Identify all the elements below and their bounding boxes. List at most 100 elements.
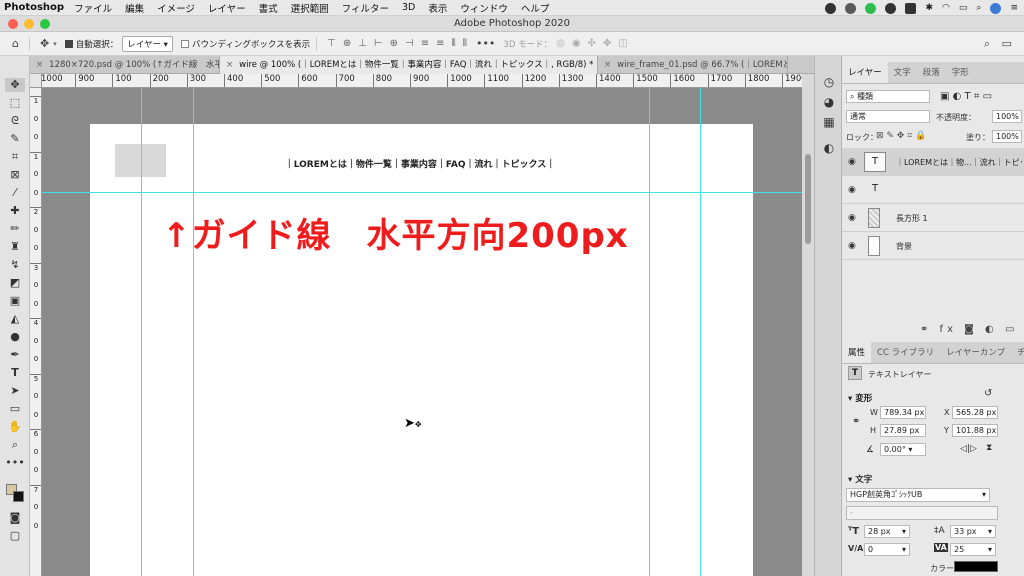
- vertical-ruler[interactable]: 100100200300400500600700: [30, 88, 42, 576]
- menu-filter[interactable]: フィルター: [342, 1, 389, 15]
- close-tab-icon[interactable]: ×: [226, 60, 233, 70]
- history-brush-tool-icon[interactable]: ↯: [5, 258, 25, 272]
- visibility-eye-icon[interactable]: ◉: [848, 185, 856, 195]
- font-size-field[interactable]: 28 px ▾: [864, 525, 910, 538]
- blur-tool-icon[interactable]: ◭: [5, 312, 25, 326]
- blend-mode-dropdown[interactable]: 通常: [846, 110, 930, 123]
- align-left-icon[interactable]: ⊢: [374, 38, 383, 49]
- menu-image[interactable]: イメージ: [157, 1, 195, 15]
- menu-help[interactable]: ヘルプ: [521, 1, 550, 15]
- status-icon-1[interactable]: [825, 2, 837, 14]
- horizontal-ruler[interactable]: 1000 900 100 200 300 400 500 600 700 800 900 1000 11…: [42, 74, 802, 88]
- align-hcenter-icon[interactable]: ⊕: [390, 38, 398, 49]
- font-style-dropdown[interactable]: -: [846, 506, 998, 520]
- tab-layer-comps[interactable]: レイヤーカンプ: [940, 342, 1011, 363]
- distribute-3-icon[interactable]: ⫴: [452, 38, 456, 49]
- tab-document-1[interactable]: × 1280×720.psd @ 100% (↑ガイド線 水平...: [30, 56, 220, 74]
- crop-tool-icon[interactable]: ⌗: [5, 150, 25, 164]
- auto-select-checkbox[interactable]: [64, 39, 73, 48]
- hand-tool-icon[interactable]: ✋: [5, 420, 25, 434]
- workspace-icon[interactable]: ▭: [1002, 37, 1012, 50]
- battery-icon[interactable]: ▭: [959, 3, 968, 13]
- guide-vertical-1[interactable]: [141, 88, 142, 576]
- bounding-box-checkbox[interactable]: [180, 39, 189, 48]
- text-color-swatch[interactable]: [954, 561, 998, 572]
- layer-row-annotation-text[interactable]: ◉ T: [842, 176, 1024, 204]
- layer-row-rectangle[interactable]: ◉ 長方形 1: [842, 204, 1024, 232]
- tab-document-3[interactable]: × wire_frame_01.psd @ 66.7% (｜LOREMと...: [598, 56, 788, 74]
- lasso-tool-icon[interactable]: ᘓ: [5, 114, 25, 128]
- angle-field[interactable]: 0.00° ▾: [880, 443, 926, 456]
- menu-select[interactable]: 選択範囲: [291, 1, 329, 15]
- more-options-icon[interactable]: •••: [476, 37, 495, 50]
- gradient-tool-icon[interactable]: ▣: [5, 294, 25, 308]
- tab-glyphs[interactable]: 字形: [946, 62, 975, 83]
- menu-view[interactable]: 表示: [428, 1, 447, 15]
- move-tool-icon[interactable]: ✥: [40, 37, 49, 50]
- scrollbar-thumb[interactable]: [805, 154, 811, 244]
- control-center-icon[interactable]: ≡: [1010, 3, 1018, 13]
- guide-vertical-4[interactable]: [700, 88, 701, 576]
- close-tab-icon[interactable]: ×: [604, 60, 611, 70]
- wifi-icon[interactable]: ◠: [942, 3, 950, 13]
- tab-layers[interactable]: レイヤー: [842, 62, 888, 83]
- visibility-eye-icon[interactable]: ◉: [848, 213, 856, 223]
- transform-section-header[interactable]: ▾ 変形: [848, 392, 872, 404]
- 3d-roll-icon[interactable]: ◉: [572, 38, 581, 49]
- guide-horizontal-200px[interactable]: [42, 192, 802, 193]
- app-menu[interactable]: Photoshop: [4, 2, 64, 13]
- color-panel-icon[interactable]: ◕: [821, 94, 837, 110]
- y-field[interactable]: 101.88 px: [952, 424, 998, 437]
- user-avatar-icon[interactable]: [990, 2, 1002, 14]
- align-vcenter-icon[interactable]: ⊕: [343, 38, 351, 49]
- x-field[interactable]: 565.28 px: [952, 406, 998, 419]
- path-select-tool-icon[interactable]: ➤: [5, 384, 25, 398]
- lock-icons[interactable]: ⊠ ✎ ✥ ⌗ 🔒: [876, 131, 926, 141]
- search-tool-icon[interactable]: ⌕: [984, 37, 990, 51]
- vertical-scrollbar[interactable]: [802, 74, 814, 576]
- 3d-pan-icon[interactable]: ✣: [588, 38, 596, 49]
- background-color-swatch[interactable]: [13, 491, 24, 502]
- 3d-scale-icon[interactable]: ◫: [618, 38, 628, 49]
- height-field[interactable]: 27.89 px: [880, 424, 926, 437]
- layer-action-icons[interactable]: ⚭ fx ◙ ◐ ▭ ⊞ 🗑: [920, 324, 1024, 335]
- menu-3d[interactable]: 3D: [402, 2, 415, 13]
- 3d-slide-icon[interactable]: ✥: [603, 38, 611, 49]
- search-icon[interactable]: ⌕: [976, 3, 981, 13]
- auto-select-dropdown[interactable]: レイヤー ▾: [122, 35, 173, 52]
- close-tab-icon[interactable]: ×: [36, 60, 43, 70]
- bluetooth-icon[interactable]: ✱: [925, 3, 933, 13]
- canvas-area[interactable]: ｜LOREMとは｜物件一覧｜事業内容｜FAQ｜流れ｜トピックス｜ ↑ガイド線 水…: [42, 88, 802, 576]
- visibility-eye-icon[interactable]: ◉: [848, 157, 856, 167]
- menu-layer[interactable]: レイヤー: [208, 1, 246, 15]
- tab-channels[interactable]: チャンネ: [1011, 342, 1024, 363]
- zoom-tool-icon[interactable]: ⌕: [5, 438, 25, 452]
- quick-mask-icon[interactable]: ◙: [5, 511, 25, 525]
- font-family-dropdown[interactable]: HGP創英角ｺﾞｼｯｸUB ▾: [846, 488, 990, 502]
- tab-document-2[interactable]: × wire @ 100% (｜LOREMとは｜物件一覧｜事業内容｜FAQ｜流れ｜…: [220, 56, 598, 74]
- dodge-tool-icon[interactable]: ●: [5, 330, 25, 344]
- menu-edit[interactable]: 編集: [125, 1, 144, 15]
- distribute-4-icon[interactable]: ⫴: [463, 38, 467, 49]
- eyedropper-tool-icon[interactable]: ⁄: [5, 186, 25, 200]
- menu-window[interactable]: ウィンドウ: [460, 1, 508, 15]
- guide-vertical-2[interactable]: [193, 88, 194, 576]
- link-dimensions-icon[interactable]: ⚭: [852, 416, 860, 427]
- 3d-orbit-icon[interactable]: ◎: [556, 38, 565, 49]
- kerning-field[interactable]: 0 ▾: [864, 543, 910, 556]
- ruler-origin[interactable]: [30, 74, 42, 88]
- move-tool-icon[interactable]: ✥: [5, 78, 25, 92]
- distribute-1-icon[interactable]: ≡: [421, 38, 429, 49]
- visibility-eye-icon[interactable]: ◉: [848, 241, 856, 251]
- eraser-tool-icon[interactable]: ◩: [5, 276, 25, 290]
- align-bottom-icon[interactable]: ⊥: [358, 38, 367, 49]
- status-icon-3[interactable]: [885, 2, 897, 14]
- stamp-tool-icon[interactable]: ♜: [5, 240, 25, 254]
- filter-icons[interactable]: ▣ ◐ T ⌗ ▭: [940, 91, 992, 102]
- type-tool-icon[interactable]: T: [5, 366, 25, 380]
- align-right-icon[interactable]: ⊣: [405, 38, 414, 49]
- home-icon[interactable]: ⌂: [12, 37, 19, 50]
- tool-preset-chevron-icon[interactable]: ▾: [53, 40, 57, 48]
- swatches-panel-icon[interactable]: ▦: [821, 114, 837, 130]
- layer-row-background[interactable]: ◉ 背景: [842, 232, 1024, 260]
